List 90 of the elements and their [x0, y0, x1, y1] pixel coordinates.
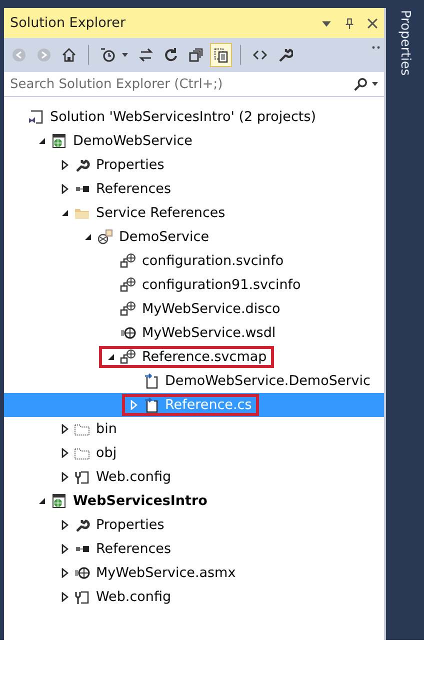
wrench-icon	[74, 157, 90, 173]
globe-file-icon	[120, 253, 136, 269]
expanded-arrow-icon[interactable]	[61, 209, 69, 217]
globe-file-icon	[120, 277, 136, 293]
tree-item-label: obj	[96, 445, 117, 461]
tree-item-label: Properties	[96, 517, 164, 533]
code-file-icon	[143, 373, 159, 389]
tree-item-label: MyWebService.disco	[142, 301, 280, 317]
refresh-icon	[163, 47, 179, 63]
config-file-icon	[74, 589, 90, 605]
overflow-icon[interactable]	[372, 46, 380, 49]
tree-item-label: References	[96, 541, 172, 557]
files-icon	[213, 47, 229, 63]
tree-item-label: Properties	[96, 157, 164, 173]
properties-side-tab[interactable]: Properties	[398, 8, 412, 640]
tree-item-label: MyWebService.asmx	[96, 565, 236, 581]
solution-icon	[28, 109, 44, 125]
tree-item-label: configuration91.svcinfo	[142, 277, 301, 293]
tree-item-label: configuration.svcinfo	[142, 253, 284, 269]
expanded-arrow-icon[interactable]	[107, 353, 115, 361]
collapsed-arrow-icon[interactable]	[61, 520, 69, 530]
tree-item-label: Solution 'WebServicesIntro' (2 projects)	[50, 109, 316, 125]
collapsed-arrow-icon[interactable]	[61, 160, 69, 170]
service-icon	[97, 229, 113, 245]
tree-row[interactable]: MyWebService.wsdl	[4, 321, 384, 345]
search-field[interactable]: Search Solution Explorer (Ctrl+;)	[10, 76, 349, 92]
tree-row[interactable]: configuration.svcinfo	[4, 249, 384, 273]
show-all-files-button[interactable]	[210, 43, 232, 67]
tree-row[interactable]: DemoService	[4, 225, 384, 249]
tree-item-label: Service References	[96, 205, 226, 221]
collapsed-arrow-icon[interactable]	[61, 568, 69, 578]
tree-item-label: DemoWebService.DemoServic	[165, 373, 370, 389]
panel-title: Solution Explorer	[10, 15, 126, 31]
tree-row[interactable]: References	[4, 537, 384, 561]
globe-icon	[120, 325, 136, 341]
caret-icon[interactable]	[372, 82, 378, 86]
tree-row[interactable]: bin	[4, 417, 384, 441]
forward-icon	[36, 47, 52, 63]
clock-icon	[100, 47, 116, 63]
globe-icon	[74, 565, 90, 581]
wrench-icon	[277, 47, 293, 63]
tree-item-label: MyWebService.wsdl	[142, 325, 276, 341]
collapsed-arrow-icon[interactable]	[61, 448, 69, 458]
tree-row[interactable]: DemoWebService.DemoServic	[4, 369, 384, 393]
search-icon[interactable]	[353, 76, 368, 92]
tree-row[interactable]: MyWebService.asmx	[4, 561, 384, 585]
tree-row[interactable]: WebServicesIntro	[4, 489, 384, 513]
collapsed-arrow-icon[interactable]	[61, 424, 69, 434]
expanded-arrow-icon[interactable]	[38, 137, 46, 145]
web-project-icon	[51, 133, 67, 149]
expanded-arrow-icon[interactable]	[84, 233, 92, 241]
tree-row[interactable]: obj	[4, 441, 384, 465]
collapsed-arrow-icon[interactable]	[61, 592, 69, 602]
tree-row[interactable]: Properties	[4, 513, 384, 537]
tree-row[interactable]: References	[4, 177, 384, 201]
tree-row[interactable]: Web.config	[4, 465, 384, 489]
sync-icon	[138, 47, 154, 63]
code-file-icon	[143, 397, 159, 413]
close-icon[interactable]	[367, 18, 378, 28]
web-project-icon	[51, 493, 67, 509]
tree-row[interactable]: Properties	[4, 153, 384, 177]
tree-row[interactable]: Solution 'WebServicesIntro' (2 projects)	[4, 105, 384, 129]
collapsed-arrow-icon[interactable]	[61, 472, 69, 482]
tree-row[interactable]: Reference.svcmap	[4, 345, 384, 369]
config-file-icon	[74, 469, 90, 485]
tree-item-label: WebServicesIntro	[73, 493, 208, 509]
tree-row[interactable]: configuration91.svcinfo	[4, 273, 384, 297]
tree-item-label: Reference.cs	[165, 397, 252, 413]
tree-item-label: References	[96, 181, 172, 197]
globe-file-icon	[120, 301, 136, 317]
globe-file-icon	[120, 349, 136, 365]
collapsed-arrow-icon[interactable]	[61, 544, 69, 554]
collapsed-arrow-icon[interactable]	[61, 184, 69, 194]
tree-item-label: Web.config	[96, 589, 172, 605]
tree-row[interactable]: MyWebService.disco	[4, 297, 384, 321]
tree-item-label: Reference.svcmap	[142, 349, 267, 365]
tree-item-label: DemoService	[119, 229, 210, 245]
tree-item-label: DemoWebService	[73, 133, 192, 149]
tree-item-label: Web.config	[96, 469, 172, 485]
collapse-icon	[188, 47, 204, 63]
back-icon	[11, 47, 27, 63]
home-icon	[61, 47, 77, 63]
tree-row[interactable]: Web.config	[4, 585, 384, 609]
tree-item-label: bin	[96, 421, 117, 437]
tree-row[interactable]: Service References	[4, 201, 384, 225]
expanded-arrow-icon[interactable]	[38, 497, 46, 505]
caret-icon[interactable]	[122, 53, 128, 57]
wrench-icon	[74, 517, 90, 533]
tree-row[interactable]: DemoWebService	[4, 129, 384, 153]
pin-icon[interactable]	[344, 18, 355, 28]
